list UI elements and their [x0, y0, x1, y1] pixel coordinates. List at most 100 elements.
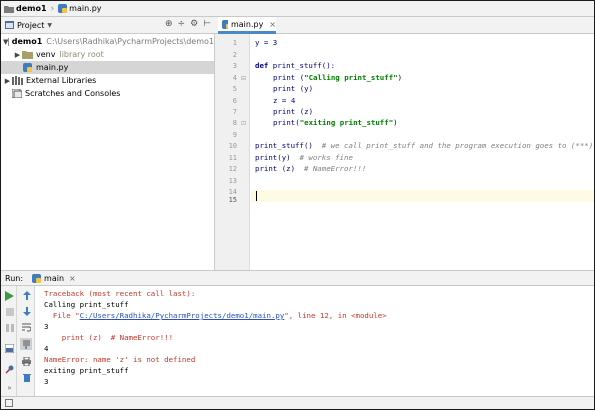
line-number: 11 [228, 154, 237, 162]
console-line: 4 [44, 344, 49, 353]
line-number: 7 [232, 108, 237, 116]
text-caret [256, 191, 257, 201]
console-line: Traceback (most recent call last): [44, 289, 196, 298]
breadcrumb-separator-icon: › [50, 3, 55, 14]
run-tab-main[interactable]: main × [32, 273, 76, 283]
tree-item-external-libraries[interactable]: ▶ External Libraries [1, 74, 214, 87]
line-number: 14 [228, 188, 237, 196]
line-number: 10 [228, 142, 237, 150]
line-number: 4 [232, 74, 237, 82]
current-line-highlight [251, 190, 594, 202]
breadcrumb-file-label: main.py [69, 4, 102, 13]
tab-label: main.py [230, 19, 264, 29]
line-number: 9 [232, 131, 237, 139]
stop-icon[interactable] [4, 306, 15, 317]
editor-tab-bar: main.py × [215, 17, 594, 34]
python-file-icon [32, 273, 42, 283]
tree-item-label: main.py [36, 63, 69, 72]
line-number: 6 [232, 97, 237, 105]
code-line: print (y) [273, 84, 314, 93]
line-number: 1 [232, 39, 237, 47]
code-line: y = 3 [255, 38, 278, 47]
console-line: 3 [44, 322, 49, 331]
tool-windows-toggle-icon[interactable] [5, 399, 13, 407]
code-line: def print_stuff(): [255, 61, 336, 70]
console-line: 3 [44, 377, 49, 386]
code-line: z = 4 [273, 96, 296, 105]
tree-item-venv[interactable]: ▶ venv library root [1, 48, 214, 61]
project-tree: ▼ demo1 C:\Users\Radhika\PycharmProjects… [1, 34, 215, 270]
editor-gutter: 1 2 3 4 5 6 7 8 9 10 11 12 13 14 15 ⊟ ⊡ [215, 34, 250, 270]
scroll-to-end-icon[interactable] [20, 338, 32, 350]
console-line: NameError: name 'z' is not defined [44, 355, 196, 364]
tree-item-note: library root [59, 50, 104, 59]
breadcrumb-project[interactable]: demo1 [4, 4, 47, 13]
line-number-current: 15 [228, 196, 237, 204]
code-line: print (z) # NameError!!! [255, 164, 367, 173]
chevron-right-icon[interactable]: ▶ [13, 51, 22, 59]
line-number: 2 [232, 51, 237, 59]
code-line: print_stuff() # we call print_stuff and … [255, 141, 594, 150]
close-icon[interactable]: × [69, 274, 76, 283]
console-line: print (z) # NameError!!! [44, 333, 174, 342]
more-icon[interactable]: » [4, 382, 15, 393]
tree-item-main-py[interactable]: main.py [1, 61, 214, 74]
run-toolbar-secondary [17, 286, 35, 396]
project-panel-header: Project ▼ ⊕ ÷ ⚙ ⊢ [1, 17, 215, 34]
console-line: exiting print_stuff [44, 366, 129, 375]
fold-icon[interactable]: ⊟ [241, 75, 246, 82]
file-link[interactable]: C:/Users/Radhika/PycharmProjects/demo1/m… [80, 311, 285, 320]
run-toolbar-primary: » [1, 286, 17, 396]
code-editor[interactable]: y = 3 def print_stuff(): print ("Calling… [251, 34, 594, 270]
collapse-all-icon[interactable]: ÷ [178, 19, 186, 29]
trash-icon[interactable] [21, 372, 32, 383]
arrow-down-icon[interactable] [21, 306, 32, 317]
project-view-selector[interactable]: Project ▼ [5, 21, 52, 30]
close-icon[interactable]: × [269, 20, 276, 29]
run-tab-label: main [44, 273, 65, 283]
library-icon [12, 76, 23, 85]
status-bar [1, 396, 594, 409]
folder-icon [22, 51, 33, 59]
chevron-right-icon[interactable]: ▶ [3, 77, 12, 85]
code-line: print ("Calling print_stuff") [273, 73, 403, 82]
project-panel-title: Project [17, 20, 45, 30]
code-line: print("exiting print_stuff") [273, 118, 398, 127]
pin-icon[interactable] [4, 364, 15, 375]
layout-icon[interactable] [4, 343, 15, 354]
tree-item-label: Scratches and Consoles [25, 89, 121, 98]
scratches-icon [12, 89, 22, 98]
arrow-up-icon[interactable] [21, 290, 32, 301]
breadcrumb-file[interactable]: main.py [58, 4, 102, 13]
console-line: Calling print_stuff [44, 300, 129, 309]
folder-icon [4, 5, 14, 13]
print-icon[interactable] [21, 356, 32, 367]
chevron-down-icon: ▼ [47, 21, 52, 29]
run-panel-label: Run: [5, 273, 24, 283]
project-icon [5, 21, 14, 29]
breadcrumb-project-label: demo1 [16, 4, 47, 13]
line-number: 8 [232, 119, 237, 127]
tree-item-label: External Libraries [26, 76, 97, 85]
tree-item-path: C:\Users\Radhika\PycharmProjects\demo1 [46, 37, 214, 46]
pause-icon[interactable] [4, 322, 15, 333]
fold-end-icon[interactable]: ⊡ [241, 120, 246, 127]
python-file-icon [58, 4, 68, 13]
locate-icon[interactable]: ⊕ [165, 19, 173, 29]
tree-item-label: demo1 [11, 37, 43, 46]
soft-wrap-icon[interactable] [21, 322, 32, 333]
python-file-icon [23, 63, 32, 72]
gear-icon[interactable]: ⚙ [190, 19, 198, 29]
rerun-icon[interactable] [4, 290, 15, 301]
python-file-icon [222, 19, 228, 29]
line-number: 13 [228, 177, 237, 185]
hide-panel-icon[interactable]: ⊢ [203, 19, 211, 29]
run-console[interactable]: Traceback (most recent call last): Calli… [35, 286, 594, 396]
line-number: 3 [232, 62, 237, 70]
tab-main-py[interactable]: main.py × [218, 17, 276, 34]
breadcrumb: demo1 › main.py [1, 1, 594, 17]
tree-item-scratches[interactable]: Scratches and Consoles [1, 87, 214, 100]
code-line: print (z) [273, 107, 314, 116]
tree-item-demo1[interactable]: ▼ demo1 C:\Users\Radhika\PycharmProjects… [1, 35, 214, 48]
tree-item-label: venv [36, 50, 56, 59]
